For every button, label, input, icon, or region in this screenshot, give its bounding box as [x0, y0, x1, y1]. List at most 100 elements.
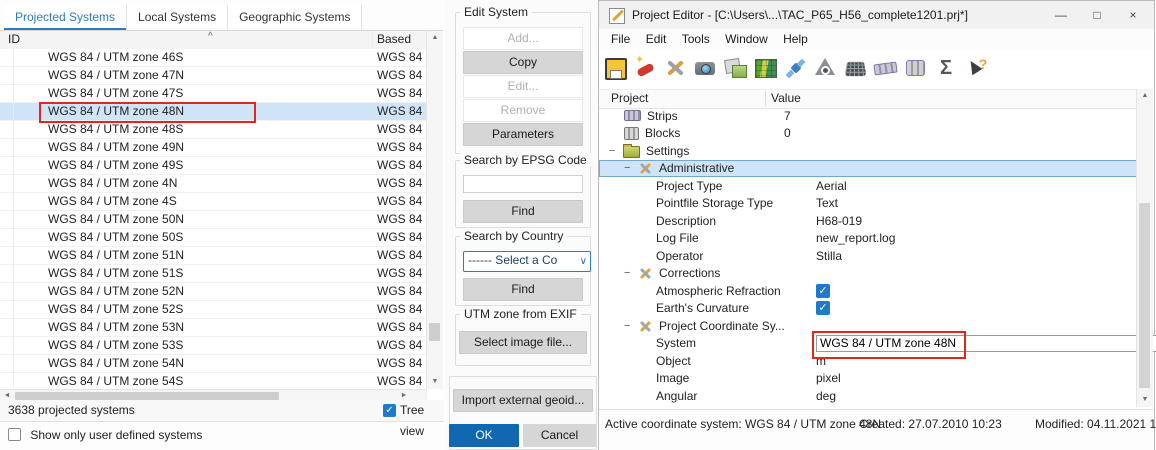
edit-system-button[interactable]: Add...: [463, 27, 583, 50]
collapse-expander-icon[interactable]: −: [609, 145, 623, 157]
ok-button[interactable]: OK: [449, 424, 519, 447]
tree-row[interactable]: Pointfile Storage Type Text: [599, 195, 1138, 213]
scrollbar-thumb[interactable]: [15, 392, 279, 400]
tree-row[interactable]: − Project Coordinate Sy...: [599, 317, 1138, 335]
tree-row[interactable]: Object m: [599, 352, 1138, 370]
tree-row[interactable]: Project Type Aerial: [599, 177, 1138, 195]
tab-systems[interactable]: Projected Systems: [4, 5, 127, 30]
table-row[interactable]: WGS 84 / UTM zone 50S WGS 84: [0, 229, 427, 247]
table-row[interactable]: WGS 84 / UTM zone 47N WGS 84: [0, 67, 427, 85]
table-row[interactable]: WGS 84 / UTM zone 53N WGS 84: [0, 319, 427, 337]
scroll-down-icon[interactable]: ▼: [427, 375, 443, 389]
table-row[interactable]: WGS 84 / UTM zone 47S WGS 84: [0, 85, 427, 103]
menu-item[interactable]: File: [611, 29, 630, 49]
scroll-up-icon[interactable]: ▲: [427, 31, 443, 45]
collapse-expander-icon[interactable]: −: [624, 320, 638, 332]
tree-row-label-cell: Pointfile Storage Type: [609, 196, 816, 210]
select-image-file-button[interactable]: Select image file...: [459, 331, 587, 354]
scrollbar-thumb[interactable]: [1139, 203, 1150, 388]
table-row[interactable]: WGS 84 / UTM zone 49S WGS 84: [0, 157, 427, 175]
tree-row[interactable]: Earth's Curvature ✓: [599, 300, 1138, 318]
table-row[interactable]: WGS 84 / UTM zone 48S WGS 84: [0, 121, 427, 139]
tree-row[interactable]: Atmospheric Refraction ✓: [599, 282, 1138, 300]
import-external-geoid-button[interactable]: Import external geoid...: [453, 389, 593, 412]
vertical-scrollbar[interactable]: ▲ ▼: [1136, 89, 1153, 407]
scrollbar-rail[interactable]: [427, 45, 443, 375]
tree-row[interactable]: − Settings: [599, 142, 1138, 160]
table-row[interactable]: WGS 84 / UTM zone 4N WGS 84: [0, 175, 427, 193]
collapse-expander-icon[interactable]: −: [624, 267, 638, 279]
tree-row[interactable]: Angular deg: [599, 387, 1138, 405]
epsg-find-button[interactable]: Find: [463, 200, 583, 223]
table-row[interactable]: WGS 84 / UTM zone 46S WGS 84: [0, 49, 427, 67]
sigma-icon[interactable]: Σ: [934, 56, 958, 80]
column-separator[interactable]: [765, 91, 766, 106]
folder-icon: [623, 146, 640, 158]
table-row[interactable]: WGS 84 / UTM zone 51S WGS 84: [0, 265, 427, 283]
column-header-project[interactable]: Project: [611, 90, 648, 107]
tools-icon[interactable]: [664, 56, 688, 80]
edit-system-button[interactable]: Edit...: [463, 75, 583, 98]
close-button[interactable]: ×: [1116, 1, 1150, 29]
scroll-up-icon[interactable]: ▲: [1137, 89, 1153, 103]
camera-icon[interactable]: [694, 56, 718, 80]
images-icon[interactable]: [724, 56, 748, 80]
tree-view-checkbox[interactable]: ✓: [383, 404, 396, 417]
save-icon[interactable]: [604, 56, 628, 80]
tree-row[interactable]: − Administrative: [599, 160, 1138, 178]
show-only-user-defined-checkbox[interactable]: [8, 428, 21, 441]
help-pointer-icon[interactable]: ?: [964, 56, 988, 80]
menu-item[interactable]: Tools: [682, 29, 710, 49]
table-row[interactable]: WGS 84 / UTM zone 49N WGS 84: [0, 139, 427, 157]
edit-system-button[interactable]: Parameters: [463, 123, 583, 146]
tree-row[interactable]: Description H68-019: [599, 212, 1138, 230]
cancel-button[interactable]: Cancel: [523, 424, 596, 447]
table-row[interactable]: WGS 84 / UTM zone 51N WGS 84: [0, 247, 427, 265]
maximize-button[interactable]: □: [1080, 1, 1114, 29]
value-checkbox[interactable]: ✓: [816, 301, 830, 315]
tab-systems[interactable]: Geographic Systems: [228, 5, 362, 30]
epsg-code-input[interactable]: [463, 175, 583, 193]
table-row[interactable]: WGS 84 / UTM zone 53S WGS 84: [0, 337, 427, 355]
menu-item[interactable]: Edit: [646, 29, 667, 49]
tree-row[interactable]: − Corrections: [599, 265, 1138, 283]
table-row[interactable]: WGS 84 / UTM zone 48N WGS 84: [0, 103, 427, 121]
table-row[interactable]: WGS 84 / UTM zone 54N WGS 84: [0, 355, 427, 373]
country-find-button[interactable]: Find: [463, 278, 583, 301]
tree-row[interactable]: Log File new_report.log: [599, 230, 1138, 248]
magic-tool-icon[interactable]: [634, 56, 658, 80]
scrollbar-thumb[interactable]: [429, 323, 440, 341]
collapse-expander-icon[interactable]: −: [624, 162, 638, 174]
scroll-down-icon[interactable]: ▼: [1137, 393, 1153, 407]
table-header[interactable]: ID ^ Based on: [0, 31, 427, 50]
satellite-icon[interactable]: [784, 56, 808, 80]
minimize-button[interactable]: —: [1044, 1, 1078, 29]
column-header-id[interactable]: ID: [8, 32, 20, 46]
vertical-scrollbar[interactable]: ▲ ▼: [426, 31, 443, 389]
scrollbar-rail[interactable]: [1137, 103, 1153, 393]
table-row[interactable]: WGS 84 / UTM zone 52S WGS 84: [0, 301, 427, 319]
tab-systems[interactable]: Local Systems: [127, 5, 228, 30]
value-checkbox[interactable]: ✓: [816, 284, 830, 298]
edit-system-button[interactable]: Copy: [463, 51, 583, 74]
raster-map-icon[interactable]: [754, 56, 778, 80]
column-header-value[interactable]: Value: [771, 90, 801, 107]
tree-row[interactable]: Blocks 0: [599, 125, 1138, 143]
table-row[interactable]: WGS 84 / UTM zone 52N WGS 84: [0, 283, 427, 301]
title-bar[interactable]: Project Editor - [C:\Users\...\TAC_P65_H…: [599, 1, 1154, 29]
tree-row[interactable]: Operator Stilla: [599, 247, 1138, 265]
country-select[interactable]: ------ Select a Co ∨: [463, 251, 591, 272]
strips-icon[interactable]: [874, 56, 898, 80]
system-value-input[interactable]: [816, 335, 1156, 352]
blocks-icon[interactable]: [904, 56, 928, 80]
triangulation-icon[interactable]: [814, 56, 838, 80]
menu-item[interactable]: Window: [725, 29, 768, 49]
tree-row[interactable]: Image pixel: [599, 370, 1138, 388]
table-row[interactable]: WGS 84 / UTM zone 4S WGS 84: [0, 193, 427, 211]
edit-system-button[interactable]: Remove: [463, 99, 583, 122]
tree-row[interactable]: System: [599, 335, 1138, 353]
mesh-icon[interactable]: [844, 56, 868, 80]
table-row[interactable]: WGS 84 / UTM zone 50N WGS 84: [0, 211, 427, 229]
tree-row[interactable]: Strips 7: [599, 107, 1138, 125]
menu-item[interactable]: Help: [783, 29, 808, 49]
